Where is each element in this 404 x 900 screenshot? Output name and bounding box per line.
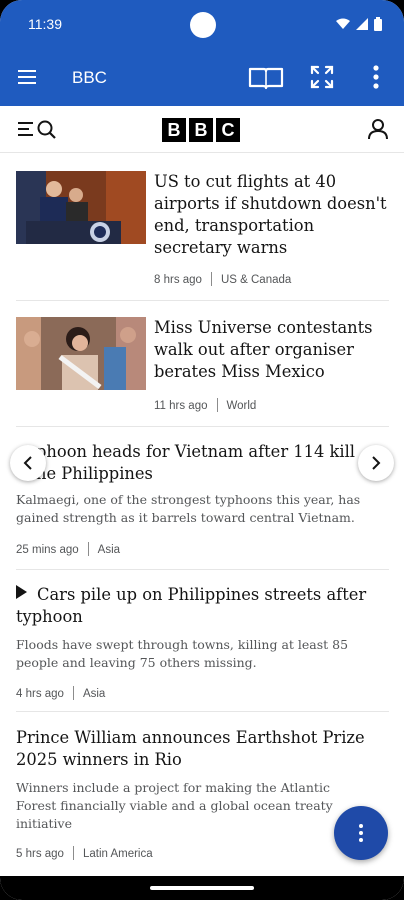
article-time: 8 hrs ago [154, 274, 202, 286]
article-summary: Kalmaegi, one of the strongest typhoons … [16, 492, 361, 525]
bbc-header: B B C [0, 106, 404, 153]
home-handle[interactable] [150, 886, 254, 890]
article-section[interactable]: Latin America [83, 848, 153, 860]
article-thumbnail[interactable] [16, 171, 146, 244]
article-meta: 4 hrs ago Asia [16, 686, 105, 700]
app-title: BBC [72, 68, 107, 87]
article-card[interactable]: Prince William announces Earthshot Prize… [16, 727, 389, 867]
status-bar: 11:39 [0, 0, 404, 50]
menu-search-icon[interactable] [17, 119, 59, 139]
article-thumbnail[interactable] [16, 317, 146, 390]
battery-icon [374, 17, 382, 31]
article-section[interactable]: Asia [98, 544, 120, 556]
article-headline[interactable]: Prince William announces Earthshot Prize… [16, 727, 389, 771]
hamburger-menu-icon[interactable] [16, 66, 38, 88]
chevron-left-icon [23, 456, 32, 470]
gesture-nav-bar [0, 876, 404, 900]
divider [16, 300, 389, 301]
fullscreen-icon[interactable] [309, 64, 335, 90]
more-options-fab[interactable] [334, 806, 388, 860]
book-icon[interactable] [248, 65, 284, 91]
article-headline[interactable]: phoon heads for Vietnam after 114 kill h… [16, 441, 389, 485]
divider [16, 426, 389, 427]
status-time: 11:39 [28, 16, 62, 32]
article-card[interactable]: Miss Universe contestants walk out after… [16, 317, 389, 417]
play-icon [16, 585, 27, 599]
phone-screen: 11:39 BBC B B C US to cut flights at 40 … [0, 0, 404, 900]
article-card[interactable]: phoon heads for Vietnam after 114 kill h… [16, 441, 389, 561]
article-section[interactable]: US & Canada [221, 274, 291, 286]
carousel-next-button[interactable] [358, 445, 394, 481]
chevron-right-icon [372, 456, 381, 470]
article-headline[interactable]: US to cut flights at 40 airports if shut… [154, 171, 389, 259]
article-meta: 25 mins ago Asia [16, 542, 120, 556]
article-headline[interactable]: Miss Universe contestants walk out after… [154, 317, 389, 383]
article-card[interactable]: Cars pile up on Philippines streets afte… [16, 584, 389, 704]
article-meta: 8 hrs ago US & Canada [154, 272, 291, 286]
more-vert-icon[interactable] [372, 64, 380, 90]
divider [16, 569, 389, 570]
article-summary: Floods have swept through towns, killing… [16, 637, 349, 670]
signal-icon [356, 18, 368, 30]
article-section[interactable]: World [227, 400, 257, 412]
more-vert-icon [359, 824, 363, 842]
carousel-prev-button[interactable] [10, 445, 46, 481]
article-time: 4 hrs ago [16, 688, 64, 700]
article-section[interactable]: Asia [83, 688, 105, 700]
divider [16, 711, 389, 712]
article-summary: Winners include a project for making the… [16, 780, 333, 831]
article-meta: 11 hrs ago World [154, 398, 256, 412]
article-time: 25 mins ago [16, 544, 79, 556]
bbc-logo[interactable]: B B C [162, 118, 240, 142]
article-time: 11 hrs ago [154, 400, 208, 412]
article-headline[interactable]: Cars pile up on Philippines streets afte… [16, 584, 389, 628]
article-meta: 5 hrs ago Latin America [16, 846, 153, 860]
app-bar: BBC [0, 50, 404, 106]
article-card[interactable]: US to cut flights at 40 airports if shut… [16, 171, 389, 291]
wifi-icon [336, 18, 350, 29]
account-icon[interactable] [367, 118, 389, 140]
front-camera [190, 12, 216, 38]
status-icons [336, 17, 382, 31]
article-time: 5 hrs ago [16, 848, 64, 860]
